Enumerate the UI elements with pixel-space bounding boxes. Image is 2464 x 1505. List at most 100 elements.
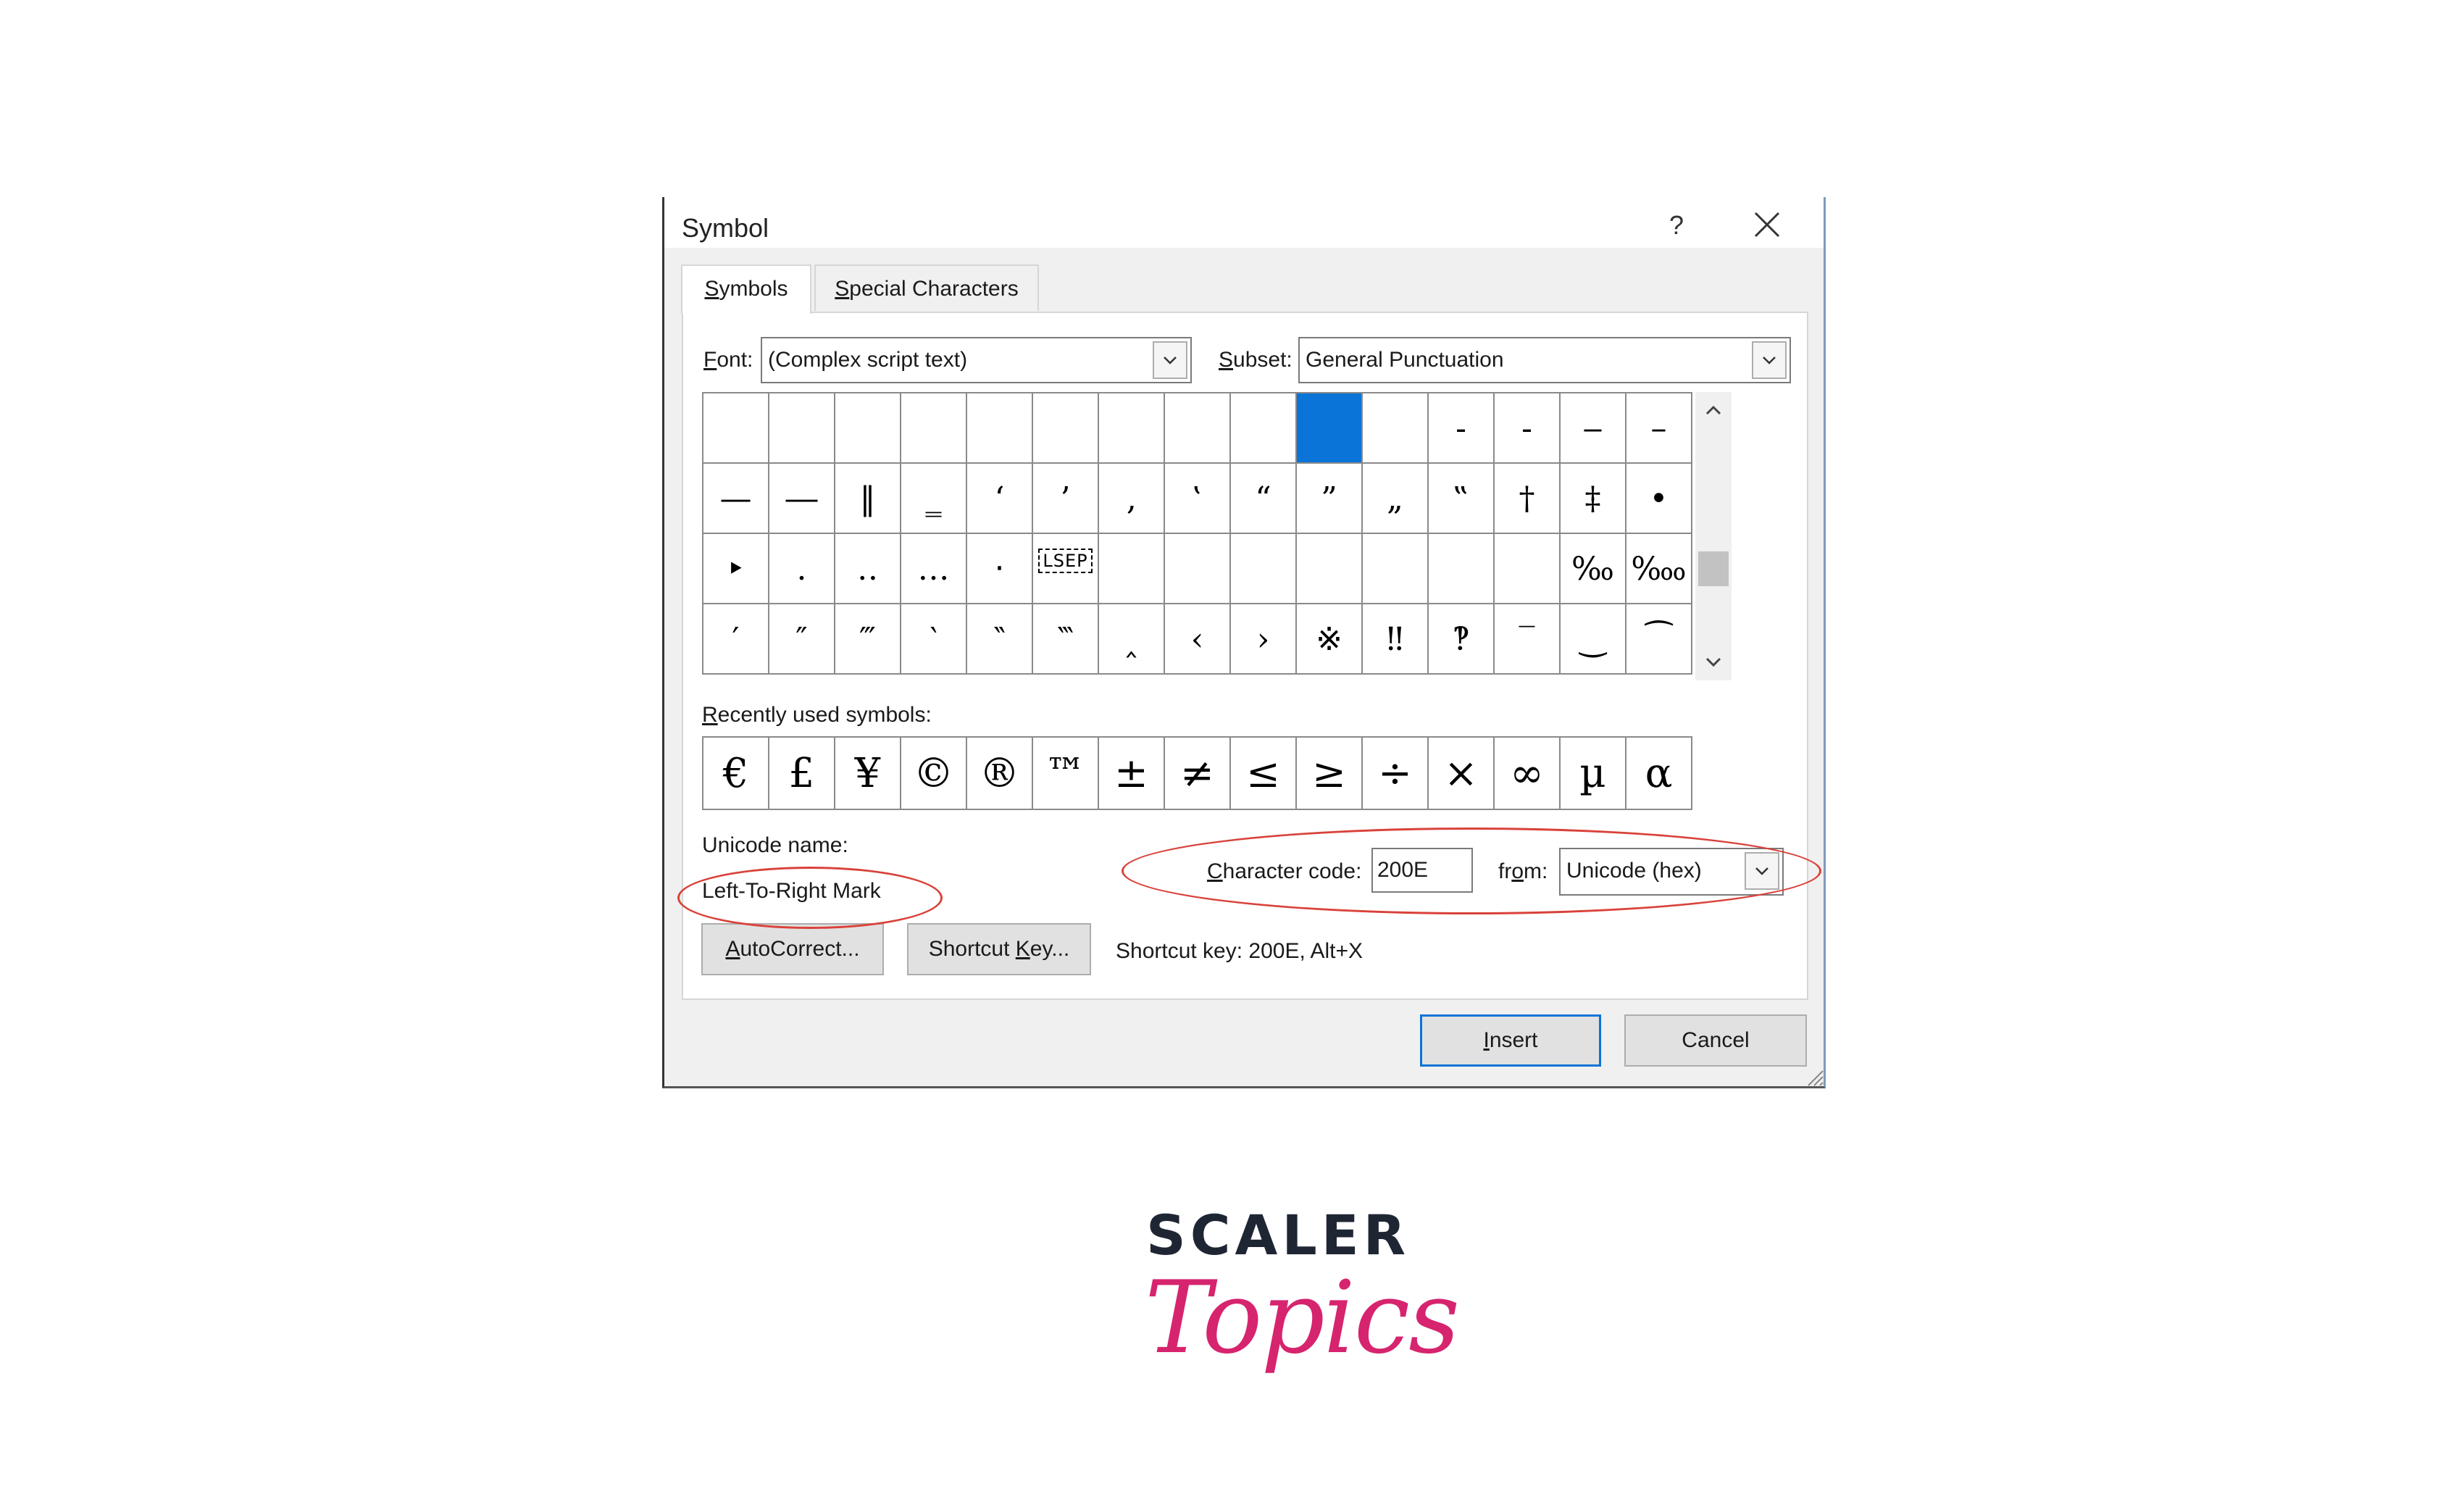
symbol-cell[interactable]: — — [703, 464, 769, 534]
recent-symbols-row: € £ ¥ © ® ™ ± ≠ ≤ ≥ ÷ × ∞ µ α — [702, 736, 1692, 810]
symbol-cell[interactable]: ‹ — [1165, 604, 1231, 675]
symbol-cell[interactable]: “ — [1231, 464, 1297, 534]
symbol-cell[interactable] — [835, 393, 901, 464]
grid-scrollbar[interactable] — [1695, 392, 1732, 680]
symbol-cell[interactable]: ‑ — [1495, 393, 1561, 464]
symbol-cell[interactable] — [1495, 534, 1561, 604]
subset-dropdown[interactable]: General Punctuation — [1298, 337, 1791, 383]
symbol-cell[interactable]: ‖ — [835, 464, 901, 534]
symbol-cell[interactable] — [1297, 393, 1363, 464]
symbol-cell[interactable]: ‧ — [967, 534, 1033, 604]
symbol-cell[interactable]: ‵ — [901, 604, 967, 675]
symbol-cell[interactable] — [1165, 393, 1231, 464]
symbol-cell[interactable] — [1099, 393, 1165, 464]
symbol-cell[interactable] — [1363, 393, 1429, 464]
recent-symbol-cell[interactable]: ™ — [1033, 738, 1099, 810]
resize-grip-icon[interactable] — [1803, 1065, 1824, 1087]
scroll-down-icon[interactable] — [1695, 644, 1732, 680]
symbol-cell[interactable]: ‷ — [1033, 604, 1099, 675]
symbol-cell[interactable] — [1033, 393, 1099, 464]
symbol-grid: ‐ ‑ ‒ – — ― ‖ ‗ ‘’ ‚ ‛ “” „ ‟ † ‡ • ‣ ․ ‥… ‧ LSEP ‰ ‱ ′ ″ ‴ ‵ ‶ ‷ ‸ ‹ › ※… — [702, 392, 1692, 675]
symbol-cell[interactable]: ‰ — [1561, 534, 1626, 604]
symbol-cell[interactable] — [1429, 534, 1495, 604]
symbol-cell[interactable]: ‚ — [1099, 464, 1165, 534]
symbol-cell[interactable]: ‒ — [1561, 393, 1626, 464]
title-bar: Symbol ? — [664, 197, 1824, 248]
symbol-cell[interactable]: › — [1231, 604, 1297, 675]
chevron-down-icon[interactable] — [1752, 341, 1787, 379]
symbol-cell[interactable]: … — [901, 534, 967, 604]
symbol-cell[interactable] — [769, 393, 835, 464]
symbol-cell[interactable] — [1231, 393, 1297, 464]
symbol-cell[interactable] — [1231, 534, 1297, 604]
symbol-cell[interactable]: ⁀ — [1626, 604, 1692, 675]
symbol-cell[interactable] — [703, 393, 769, 464]
recent-symbol-cell[interactable]: × — [1429, 738, 1495, 810]
symbol-cell[interactable]: ‣ — [703, 534, 769, 604]
chevron-down-icon[interactable] — [1153, 341, 1187, 379]
symbol-cell[interactable]: ‗ — [901, 464, 967, 534]
symbol-cell[interactable]: ‐ — [1429, 393, 1495, 464]
symbol-cell[interactable] — [1363, 534, 1429, 604]
symbol-cell[interactable]: ‸ — [1099, 604, 1165, 675]
symbol-cell[interactable]: ” — [1297, 464, 1363, 534]
symbol-cell[interactable]: ‱ — [1626, 534, 1692, 604]
font-value: (Complex script text) — [768, 348, 968, 372]
recent-symbol-cell[interactable]: € — [703, 738, 769, 810]
insert-button[interactable]: Insert — [1420, 1014, 1601, 1067]
help-button[interactable]: ? — [1655, 207, 1698, 243]
cancel-button[interactable]: Cancel — [1624, 1014, 1807, 1067]
autocorrect-button[interactable]: AutoCorrect... — [701, 923, 884, 975]
symbol-cell[interactable]: LSEP — [1033, 534, 1099, 604]
symbol-cell[interactable]: ‥ — [835, 534, 901, 604]
recent-symbol-cell[interactable]: © — [901, 738, 967, 810]
symbol-cell[interactable]: ‟ — [1429, 464, 1495, 534]
recent-symbol-cell[interactable]: ± — [1099, 738, 1165, 810]
logo-text-topics: Topics — [1145, 1259, 1460, 1376]
symbol-cell[interactable] — [1165, 534, 1231, 604]
shortcut-key-button[interactable]: Shortcut Key... — [907, 923, 1091, 975]
symbol-cell[interactable]: ‡ — [1561, 464, 1626, 534]
symbol-cell[interactable]: ‴ — [835, 604, 901, 675]
symbol-cell[interactable]: ‼ — [1363, 604, 1429, 675]
symbol-cell[interactable]: ′ — [703, 604, 769, 675]
symbol-cell[interactable]: ― — [769, 464, 835, 534]
symbol-cell[interactable]: ‽ — [1429, 604, 1495, 675]
subset-label: Subset: — [1219, 348, 1292, 372]
symbol-cell[interactable]: ‛ — [1165, 464, 1231, 534]
symbol-cell[interactable]: – — [1626, 393, 1692, 464]
symbol-cell[interactable]: ″ — [769, 604, 835, 675]
line-separator-glyph: LSEP — [1038, 549, 1093, 573]
symbol-cell[interactable]: ‾ — [1495, 604, 1561, 675]
symbol-cell[interactable]: ’ — [1033, 464, 1099, 534]
scroll-up-icon[interactable] — [1695, 392, 1732, 428]
recent-symbol-cell[interactable]: ® — [967, 738, 1033, 810]
recent-symbol-cell[interactable]: ≠ — [1165, 738, 1231, 810]
symbol-cell[interactable]: ‶ — [967, 604, 1033, 675]
recent-symbol-cell[interactable]: µ — [1561, 738, 1626, 810]
symbol-cell[interactable]: ‿ — [1561, 604, 1626, 675]
symbol-cell[interactable]: „ — [1363, 464, 1429, 534]
recent-symbol-cell[interactable]: ¥ — [835, 738, 901, 810]
recent-symbol-cell[interactable]: ≤ — [1231, 738, 1297, 810]
font-dropdown[interactable]: (Complex script text) — [761, 337, 1192, 383]
symbol-cell[interactable]: ‘ — [967, 464, 1033, 534]
symbol-cell[interactable] — [1297, 534, 1363, 604]
recent-symbol-cell[interactable]: £ — [769, 738, 835, 810]
recent-symbol-cell[interactable]: ∞ — [1495, 738, 1561, 810]
recent-symbol-cell[interactable]: α — [1626, 738, 1692, 810]
tab-symbols[interactable]: Symbols — [681, 264, 811, 314]
symbol-cell[interactable]: † — [1495, 464, 1561, 534]
symbol-cell[interactable] — [901, 393, 967, 464]
close-icon[interactable] — [1751, 209, 1783, 241]
symbol-cell[interactable] — [967, 393, 1033, 464]
symbol-cell[interactable]: ․ — [769, 534, 835, 604]
scroll-thumb[interactable] — [1698, 551, 1729, 586]
recent-symbol-cell[interactable]: ≥ — [1297, 738, 1363, 810]
unicode-name-label: Unicode name: — [702, 833, 848, 857]
symbol-cell[interactable] — [1099, 534, 1165, 604]
symbol-cell[interactable]: ※ — [1297, 604, 1363, 675]
symbol-cell[interactable]: • — [1626, 464, 1692, 534]
recent-symbol-cell[interactable]: ÷ — [1363, 738, 1429, 810]
tab-special-characters[interactable]: Special Characters — [814, 264, 1039, 311]
